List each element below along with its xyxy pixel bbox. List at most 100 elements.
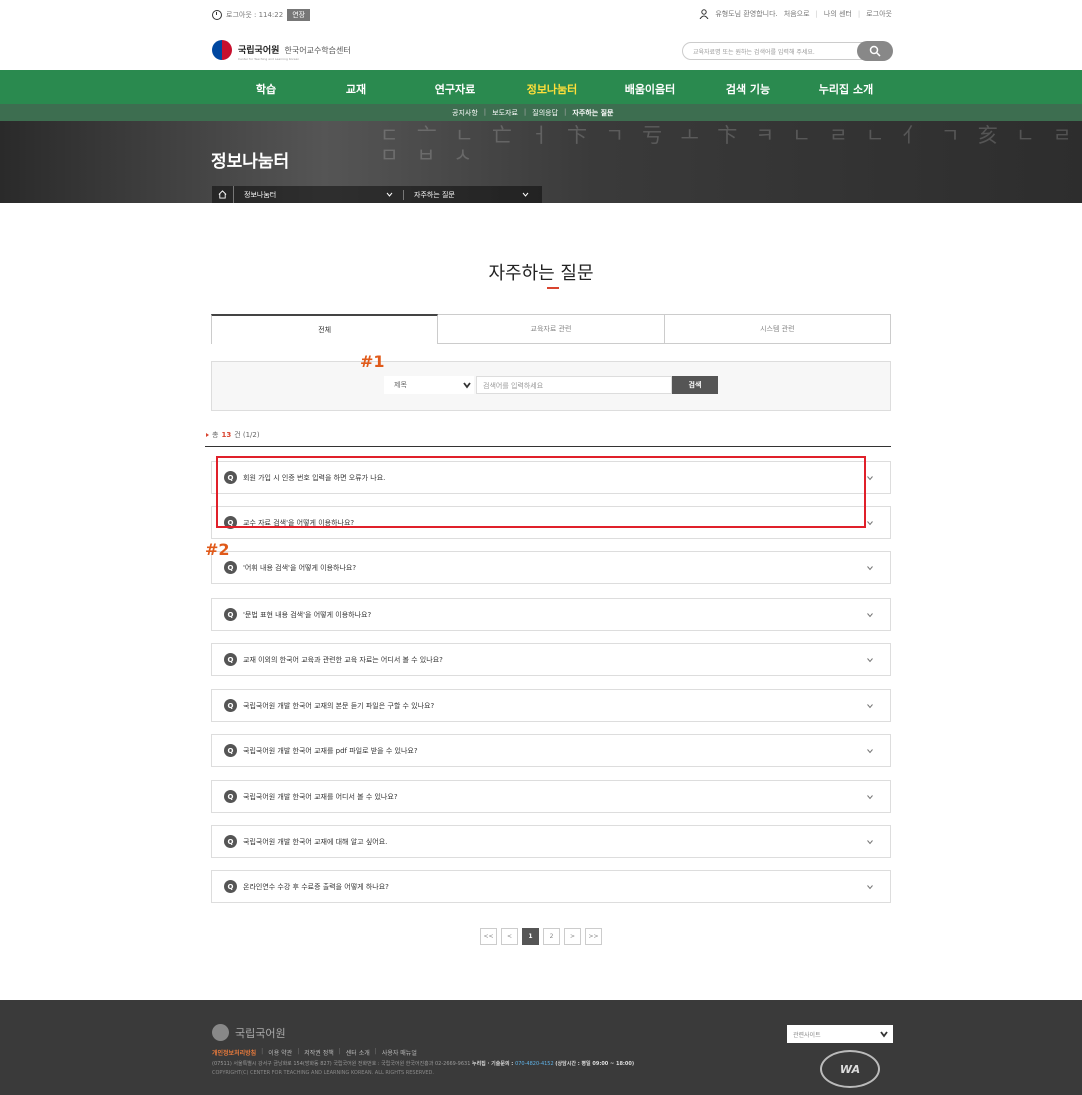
faq-item[interactable]: Q '어휘 내용 검색'을 어떻게 이용하나요? bbox=[211, 551, 891, 584]
center-intro-link[interactable]: 센터 소개 bbox=[346, 1048, 370, 1057]
subnav-press[interactable]: 보도자료 bbox=[492, 108, 518, 118]
result-count: 총 13 건 (1/2) bbox=[206, 430, 260, 440]
chevron-down-icon bbox=[867, 613, 873, 618]
faq-search-box: 제목 검색어를 입력하세요 검색 bbox=[211, 361, 891, 411]
user-manual-link[interactable]: 사용자 매뉴얼 bbox=[382, 1048, 417, 1057]
faq-item[interactable]: Q '문법 표현 내용 검색'을 어떻게 이용하나요? bbox=[211, 598, 891, 631]
subnav-qna[interactable]: 질의응답 bbox=[532, 108, 558, 118]
site-footer: 국립국어원 개인정보처리방침 | 이용 약관 | 저작권 정책 | 센터 소개 … bbox=[0, 1000, 1082, 1095]
nav-search-feature[interactable]: 검색 기능 bbox=[726, 81, 770, 97]
faq-search-button[interactable]: 검색 bbox=[672, 376, 718, 394]
my-center-link[interactable]: 나의 센터 bbox=[824, 9, 852, 19]
family-site-select[interactable]: 관련사이트 bbox=[787, 1025, 893, 1043]
breadcrumb-page-label: 자주하는 질문 bbox=[414, 190, 455, 199]
search-icon bbox=[869, 45, 881, 57]
footer-logo: 국립국어원 bbox=[212, 1024, 286, 1041]
count-number: 13 bbox=[221, 431, 232, 439]
nav-learning[interactable]: 학습 bbox=[256, 81, 276, 97]
tab-system[interactable]: 시스템 관련 bbox=[664, 314, 891, 344]
page-first-button[interactable]: << bbox=[480, 928, 497, 945]
divider: | bbox=[261, 1048, 264, 1055]
site-logo[interactable]: 국립국어원 한국어교수학습센터 Center for Teaching and … bbox=[212, 38, 351, 61]
nav-about[interactable]: 누리집 소개 bbox=[819, 81, 873, 97]
session-timer: 로그아웃 : 114:22 연장 bbox=[212, 9, 311, 21]
nav-research[interactable]: 연구자료 bbox=[435, 81, 475, 97]
chevron-down-icon bbox=[867, 566, 873, 571]
nav-learning-link[interactable]: 배움이음터 bbox=[625, 81, 676, 97]
chevron-down-icon bbox=[867, 885, 873, 890]
footer-links: 개인정보처리방침 | 이용 약관 | 저작권 정책 | 센터 소개 | 사용자 … bbox=[212, 1048, 417, 1057]
page-2-button[interactable]: 2 bbox=[543, 928, 560, 945]
annotation-label-1: #1 bbox=[360, 352, 385, 371]
subnav-notice[interactable]: 공지사항 bbox=[452, 108, 478, 118]
divider: | bbox=[815, 10, 818, 18]
bullet-icon bbox=[206, 433, 209, 437]
divider: | bbox=[483, 108, 487, 116]
org-name: 국립국어원 bbox=[238, 46, 280, 56]
faq-item[interactable]: Q 교재 이외의 한국어 교육과 관련한 교육 자료는 어디서 볼 수 있나요? bbox=[211, 643, 891, 676]
address-text: (07511) 서울특별시 강서구 금낭화로 154(방화동 827) 국립국어… bbox=[212, 1061, 472, 1067]
logout-link[interactable]: 로그아웃 bbox=[866, 9, 892, 19]
chevron-down-icon bbox=[867, 521, 873, 526]
welcome-text: 유형도님 환영합니다. bbox=[715, 10, 778, 18]
pagination: << < 1 2 > >> bbox=[480, 928, 602, 945]
chevron-down-icon bbox=[867, 749, 873, 754]
home-link[interactable]: 처음으로 bbox=[784, 9, 810, 19]
faq-item[interactable]: Q 국립국어원 개발 한국어 교재의 본문 듣기 파일은 구할 수 있나요? bbox=[211, 689, 891, 722]
page-title: 자주하는 질문 bbox=[488, 263, 594, 284]
nav-textbook[interactable]: 교재 bbox=[346, 81, 366, 97]
annotation-highlight-box bbox=[216, 456, 866, 528]
page-next-button[interactable]: > bbox=[564, 928, 581, 945]
copyright-policy-link[interactable]: 저작권 정책 bbox=[304, 1048, 334, 1057]
clock-icon bbox=[212, 10, 222, 20]
chevron-down-icon bbox=[522, 192, 529, 197]
chevron-down-icon bbox=[867, 704, 873, 709]
breadcrumb-section-label: 정보나눔터 bbox=[244, 190, 277, 199]
divider: | bbox=[297, 1048, 300, 1055]
web-accessibility-mark-icon: WA bbox=[820, 1050, 880, 1088]
extend-session-button[interactable]: 연장 bbox=[287, 9, 311, 21]
breadcrumb-home[interactable] bbox=[212, 186, 234, 203]
hero-title: 정보나눔터 bbox=[211, 152, 290, 172]
count-prefix: 총 bbox=[212, 431, 219, 439]
chevron-down-icon bbox=[867, 658, 873, 663]
title-underline bbox=[547, 287, 559, 289]
faq-question: 국립국어원 개발 한국어 교재를 어디서 볼 수 있나요? bbox=[243, 792, 398, 801]
footer-address: (07511) 서울특별시 강서구 금낭화로 154(방화동 827) 국립국어… bbox=[212, 1060, 634, 1067]
global-search-button[interactable] bbox=[857, 41, 893, 61]
search-field-select[interactable]: 제목 bbox=[384, 376, 474, 394]
list-top-rule bbox=[205, 446, 891, 447]
page-prev-button[interactable]: < bbox=[501, 928, 518, 945]
util-bar: 로그아웃 : 114:22 연장 유형도님 환영합니다. 처음으로 | 나의 센… bbox=[0, 0, 1082, 30]
taegeuk-logo-icon bbox=[212, 1024, 229, 1041]
nav-info-sharing[interactable]: 정보나눔터 bbox=[527, 81, 578, 97]
faq-item[interactable]: Q 국립국어원 개발 한국어 교재를 pdf 파일로 받을 수 있나요? bbox=[211, 734, 891, 767]
timer-text: 로그아웃 : 114:22 bbox=[226, 11, 284, 19]
user-links: 유형도님 환영합니다. 처음으로 | 나의 센터 | 로그아웃 bbox=[699, 9, 892, 19]
page-1-button[interactable]: 1 bbox=[522, 928, 539, 945]
tab-all[interactable]: 전체 bbox=[211, 314, 439, 344]
question-badge-icon: Q bbox=[224, 699, 237, 712]
count-suffix: 건 (1/2) bbox=[234, 431, 260, 439]
breadcrumb-section[interactable]: 정보나눔터 bbox=[234, 189, 404, 200]
faq-item[interactable]: Q 국립국어원 개발 한국어 교재에 대해 알고 싶어요. bbox=[211, 825, 891, 858]
breadcrumb-page[interactable]: 자주하는 질문 bbox=[404, 190, 539, 200]
hero-banner: ㄷ 亠 ㄴ 亡 ㅓ 卞 ㄱ 亏 ㅗ 卞 ㅋ ㄴ ㄹ ㄴ 亻 ㄱ 亥 ㄴ ㄹ ㅁ … bbox=[0, 121, 1082, 203]
page-last-button[interactable]: >> bbox=[585, 928, 602, 945]
faq-item[interactable]: Q 온라인연수 수강 후 수료증 출력을 어떻게 하나요? bbox=[211, 870, 891, 903]
search-field-value: 제목 bbox=[394, 381, 407, 389]
terms-link[interactable]: 이용 약관 bbox=[268, 1048, 292, 1057]
faq-question: 국립국어원 개발 한국어 교재의 본문 듣기 파일은 구할 수 있나요? bbox=[243, 701, 435, 710]
subnav-faq[interactable]: 자주하는 질문 bbox=[572, 108, 613, 118]
question-badge-icon: Q bbox=[224, 880, 237, 893]
faq-item[interactable]: Q 국립국어원 개발 한국어 교재를 어디서 볼 수 있나요? bbox=[211, 780, 891, 813]
center-name-en: Center for Teaching and Learning Korean bbox=[238, 57, 300, 61]
divider: | bbox=[564, 108, 567, 116]
faq-search-input[interactable]: 검색어를 입력하세요 bbox=[476, 376, 672, 394]
privacy-policy-link[interactable]: 개인정보처리방침 bbox=[212, 1048, 256, 1057]
family-site-value: 관련사이트 bbox=[793, 1032, 821, 1039]
annotation-label-2: #2 bbox=[205, 540, 230, 559]
divider: | bbox=[523, 108, 527, 116]
tab-education-material[interactable]: 교육자료 관련 bbox=[438, 314, 665, 344]
home-icon bbox=[218, 190, 227, 199]
